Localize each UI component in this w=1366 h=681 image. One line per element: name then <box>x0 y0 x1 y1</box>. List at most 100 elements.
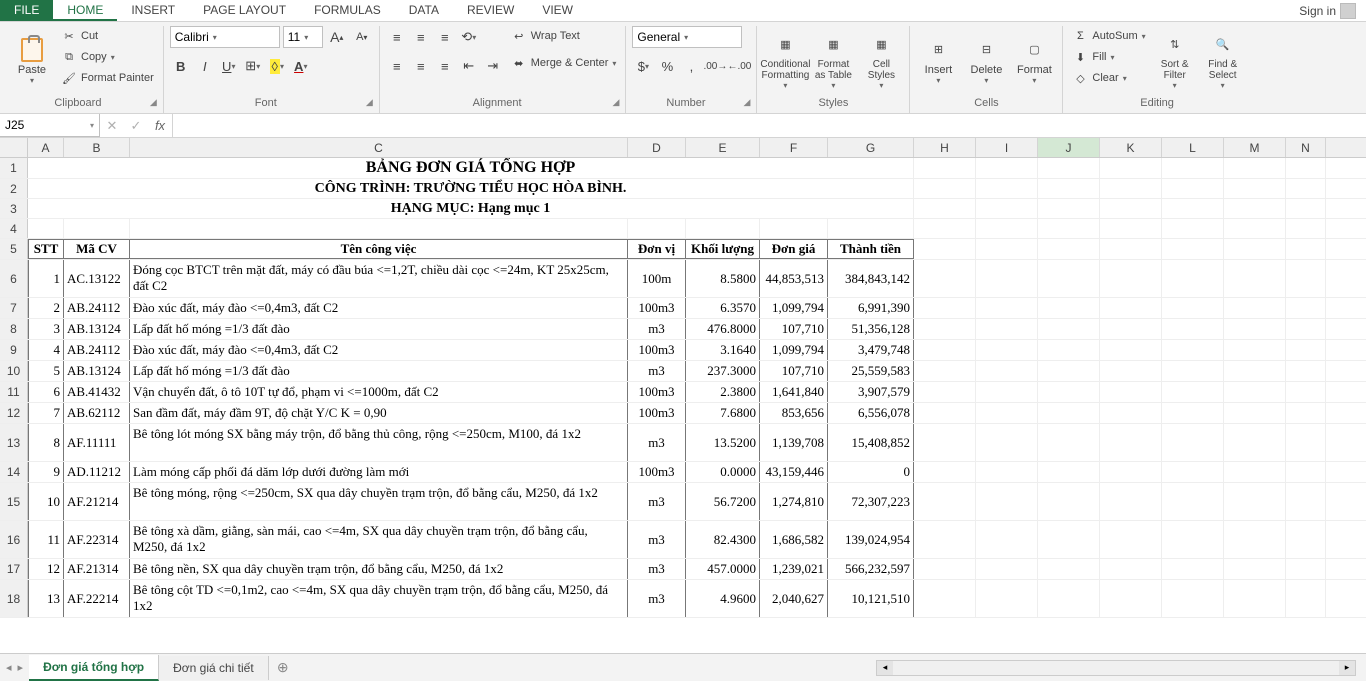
cell[interactable]: 10 <box>28 483 64 520</box>
row-header[interactable]: 11 <box>0 382 28 402</box>
cell[interactable]: 25,559,583 <box>828 361 914 381</box>
cell[interactable] <box>1100 319 1162 339</box>
cell[interactable] <box>914 424 976 461</box>
cell[interactable]: 3 <box>28 319 64 339</box>
cell[interactable] <box>1038 559 1100 579</box>
font-name-select[interactable]: Calibri▾ <box>170 26 280 48</box>
cell[interactable] <box>1038 239 1100 259</box>
cell[interactable]: Mã CV <box>64 239 130 259</box>
col-header-I[interactable]: I <box>976 138 1038 157</box>
cell[interactable]: AF.22314 <box>64 521 130 558</box>
align-left-button[interactable]: ≡ <box>386 55 408 77</box>
cell[interactable] <box>976 403 1038 423</box>
view-tab[interactable]: VIEW <box>528 0 587 21</box>
name-box[interactable]: J25▾ <box>0 114 100 137</box>
cell[interactable]: Bê tông móng, rộng <=250cm, SX qua dây c… <box>130 483 628 520</box>
cell[interactable] <box>1100 219 1162 238</box>
cell[interactable] <box>1162 361 1224 381</box>
cell[interactable]: AB.13124 <box>64 319 130 339</box>
row-header[interactable]: 5 <box>0 239 28 259</box>
select-all-corner[interactable] <box>0 138 28 157</box>
row-header[interactable]: 16 <box>0 521 28 558</box>
cell[interactable] <box>1286 521 1326 558</box>
format-as-table-button[interactable]: ▦Format as Table▾ <box>811 26 855 94</box>
cell[interactable] <box>1100 260 1162 297</box>
cell[interactable] <box>1224 521 1286 558</box>
cell[interactable] <box>1224 199 1286 218</box>
cell[interactable]: 15,408,852 <box>828 424 914 461</box>
cell[interactable]: Vận chuyển đất, ô tô 10T tự đổ, phạm vi … <box>130 382 628 402</box>
cell[interactable] <box>1286 219 1326 238</box>
cell[interactable] <box>1224 403 1286 423</box>
cell[interactable] <box>1038 298 1100 318</box>
cell[interactable]: 9 <box>28 462 64 482</box>
cell[interactable]: 3.1640 <box>686 340 760 360</box>
cell[interactable] <box>1162 260 1224 297</box>
comma-button[interactable]: , <box>680 55 702 77</box>
cell[interactable]: AB.62112 <box>64 403 130 423</box>
alignment-dialog-launcher[interactable]: ◢ <box>613 97 620 108</box>
file-tab[interactable]: FILE <box>0 0 53 21</box>
grow-font-button[interactable]: A▴ <box>326 26 348 48</box>
cell[interactable] <box>1286 361 1326 381</box>
format-painter-button[interactable]: 🖌Format Painter <box>58 68 157 88</box>
cell[interactable] <box>914 559 976 579</box>
cell[interactable]: Thành tiền <box>828 239 914 259</box>
cell-styles-button[interactable]: ▦Cell Styles▾ <box>859 26 903 94</box>
cell[interactable]: 1,274,810 <box>760 483 828 520</box>
cell[interactable] <box>976 462 1038 482</box>
align-bottom-button[interactable]: ≡ <box>434 26 456 48</box>
cell[interactable]: m3 <box>628 483 686 520</box>
cell[interactable] <box>1038 260 1100 297</box>
underline-button[interactable]: U▾ <box>218 55 240 77</box>
bold-button[interactable]: B <box>170 55 192 77</box>
cell[interactable] <box>1038 340 1100 360</box>
cell[interactable] <box>914 382 976 402</box>
cell[interactable] <box>64 219 130 238</box>
cell[interactable] <box>914 298 976 318</box>
cell[interactable] <box>1162 239 1224 259</box>
cell[interactable]: 100m3 <box>628 382 686 402</box>
cell[interactable]: Đơn vị <box>628 239 686 259</box>
find-select-button[interactable]: 🔍Find & Select▾ <box>1201 26 1245 94</box>
cell[interactable] <box>914 361 976 381</box>
cell[interactable] <box>1162 462 1224 482</box>
cell[interactable]: 1,099,794 <box>760 340 828 360</box>
cell[interactable] <box>1100 424 1162 461</box>
cell[interactable]: 0.0000 <box>686 462 760 482</box>
cell[interactable]: 3,479,748 <box>828 340 914 360</box>
cell[interactable] <box>1100 382 1162 402</box>
cell[interactable] <box>1038 483 1100 520</box>
data-tab[interactable]: DATA <box>395 0 453 21</box>
cell[interactable] <box>686 219 760 238</box>
cell[interactable]: AF.22214 <box>64 580 130 617</box>
cell[interactable]: 566,232,597 <box>828 559 914 579</box>
cell[interactable] <box>914 483 976 520</box>
cell[interactable] <box>1286 483 1326 520</box>
orientation-button[interactable]: ⟲▾ <box>458 26 480 48</box>
cell[interactable]: 139,024,954 <box>828 521 914 558</box>
cell[interactable]: Làm móng cấp phối đá dăm lớp dưới đường … <box>130 462 628 482</box>
cell[interactable] <box>1100 340 1162 360</box>
accounting-format-button[interactable]: $▾ <box>632 55 654 77</box>
cell[interactable]: Đào xúc đất, máy đào <=0,4m3, đất C2 <box>130 298 628 318</box>
fill-button[interactable]: ⬇Fill ▾ <box>1069 47 1148 67</box>
row-header[interactable]: 4 <box>0 219 28 238</box>
cell[interactable] <box>1162 382 1224 402</box>
col-header-H[interactable]: H <box>914 138 976 157</box>
sheet-tab-active[interactable]: Đơn giá tổng hợp <box>29 655 159 681</box>
cell[interactable] <box>914 462 976 482</box>
cell[interactable] <box>914 219 976 238</box>
cell[interactable] <box>914 260 976 297</box>
cell[interactable] <box>1224 361 1286 381</box>
cell[interactable] <box>1286 260 1326 297</box>
cell[interactable]: 1,686,582 <box>760 521 828 558</box>
cell[interactable] <box>976 340 1038 360</box>
title-cell[interactable]: CÔNG TRÌNH: TRƯỜNG TIỂU HỌC HÒA BÌNH. <box>28 179 914 198</box>
cell[interactable]: m3 <box>628 319 686 339</box>
cell[interactable] <box>1286 403 1326 423</box>
cell[interactable]: 6,556,078 <box>828 403 914 423</box>
cell[interactable]: 100m3 <box>628 298 686 318</box>
cell[interactable]: Lấp đất hố móng =1/3 đất đào <box>130 361 628 381</box>
cell[interactable] <box>1100 239 1162 259</box>
